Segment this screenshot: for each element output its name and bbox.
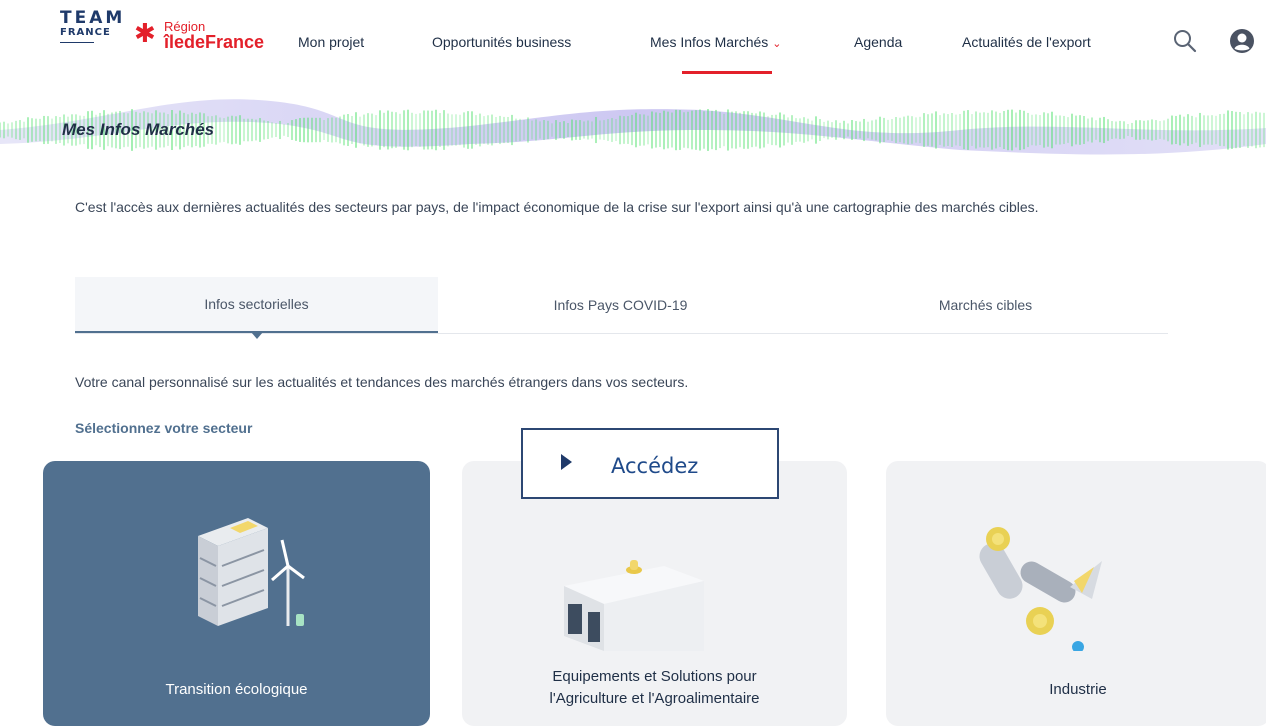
- region-ile-de-france-logo[interactable]: ✱ Région îledeFrance: [134, 19, 276, 53]
- page-intro: C'est l'accès aux dernières actualités d…: [75, 199, 1039, 215]
- logo-team-line3: [60, 42, 94, 48]
- sector-card-industrie[interactable]: Industrie: [886, 461, 1266, 726]
- nav-mon-projet[interactable]: Mon projet: [298, 34, 364, 50]
- card-label: Transition écologique: [165, 681, 308, 698]
- tab-marches-cibles[interactable]: Marchés cibles: [803, 277, 1168, 333]
- accedez-label: Accédez: [611, 454, 699, 478]
- accedez-button[interactable]: Accédez: [521, 428, 779, 499]
- region-star-icon: ✱: [134, 19, 156, 49]
- sector-description: Votre canal personnalisé sur les actuali…: [75, 374, 689, 390]
- eco-building-wind-turbine-icon: [198, 518, 305, 626]
- nav-opportunites-business[interactable]: Opportunités business: [432, 34, 571, 50]
- logo-region-line2: îledeFrance: [164, 32, 265, 52]
- tractor-icon: [564, 560, 704, 651]
- sector-card-transition-ecologique[interactable]: Transition écologique: [43, 461, 430, 726]
- search-icon[interactable]: [1172, 28, 1198, 54]
- user-account-icon[interactable]: [1228, 27, 1256, 55]
- active-tab-pointer: [251, 332, 263, 339]
- nav-actualites-export[interactable]: Actualités de l'export: [962, 34, 1091, 50]
- select-sector-label: Sélectionnez votre secteur: [75, 420, 253, 436]
- card-label: Industrie: [1049, 681, 1107, 698]
- card-label-line2: l'Agriculture et l'Agroalimentaire: [549, 690, 760, 707]
- nav-mes-infos-marches[interactable]: Mes Infos Marchés ⌄: [650, 34, 781, 50]
- play-triangle-icon: [561, 454, 572, 470]
- nav-agenda[interactable]: Agenda: [854, 34, 902, 50]
- active-nav-indicator: [682, 71, 772, 74]
- tab-infos-sectorielles[interactable]: Infos sectorielles: [75, 277, 438, 333]
- tab-infos-pays-covid[interactable]: Infos Pays COVID-19: [438, 277, 803, 333]
- card-label-line1: Equipements et Solutions pour: [552, 668, 757, 685]
- team-france-export-logo[interactable]: TEAM FRANCE: [60, 10, 122, 60]
- robot-arm-icon: [979, 527, 1102, 651]
- card-label: Equipements et Solutions pour l'Agricult…: [462, 666, 847, 710]
- logo-team-line1: TEAM: [60, 8, 126, 28]
- sector-card-agriculture[interactable]: Equipements et Solutions pour l'Agricult…: [462, 461, 847, 726]
- logo-team-line2: FRANCE: [60, 27, 111, 38]
- site-header: TEAM FRANCE ✱ Région îledeFrance Mon pro…: [0, 0, 1266, 80]
- nav-mes-infos-marches-label: Mes Infos Marchés: [650, 34, 769, 50]
- tab-bar: Infos sectorielles Infos Pays COVID-19 M…: [75, 277, 1168, 334]
- page-title: Mes Infos Marchés: [62, 120, 215, 139]
- chevron-down-icon: ⌄: [772, 38, 782, 50]
